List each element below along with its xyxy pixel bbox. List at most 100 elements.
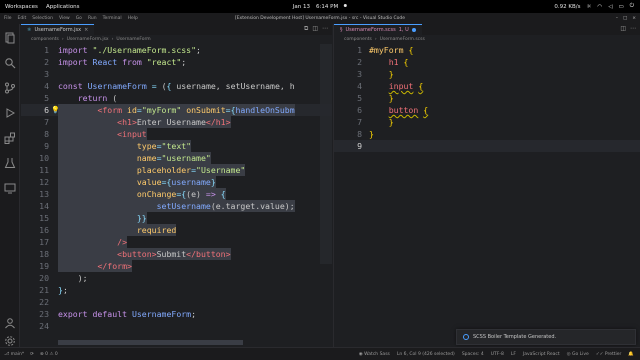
watch-sass-button[interactable]: ◉ Watch Sass [359, 352, 390, 357]
breadcrumb-item[interactable]: UsernameForm [116, 37, 150, 42]
code-line[interactable]: 11 placeholder="Username" [21, 164, 332, 176]
code-line[interactable]: 4 input { [334, 80, 640, 92]
code-line[interactable]: 1 #myForm { [334, 44, 640, 56]
lightbulb-icon[interactable]: 💡 [51, 104, 60, 116]
code-editor-scss[interactable]: 1 #myForm {2 h1 {3 } 4 input {5 } 6 button … [334, 44, 640, 347]
line-number: 17 [39, 237, 49, 247]
prettier-button[interactable]: ✓✓ Prettier [596, 352, 622, 357]
tab-usernameform-jsx[interactable]: ⚛ UsernameForm.jsx × [21, 24, 95, 35]
code-line[interactable]: 5 } [334, 92, 640, 104]
code-line[interactable]: 12 value={username} [21, 176, 332, 188]
code-line[interactable]: 8 <input [21, 128, 332, 140]
code-line[interactable]: 1 import "./UsernameForm.scss"; [21, 44, 332, 56]
horizontal-scrollbar[interactable] [58, 340, 243, 345]
tab-usernameform-scss[interactable]: § UsernameForm.scss 1, U [334, 24, 422, 35]
code-line[interactable]: 15 }} [21, 212, 332, 224]
menu-run[interactable]: Run [88, 16, 97, 21]
code-line[interactable]: 21}; [21, 284, 332, 296]
testing-icon[interactable] [4, 154, 16, 168]
tab-close-icon[interactable]: × [84, 27, 88, 33]
code-line[interactable]: 16 required [21, 224, 332, 236]
line-number: 4 [357, 81, 362, 91]
menu-go[interactable]: Go [76, 16, 82, 21]
code-line[interactable]: 10 name="username" [21, 152, 332, 164]
tab-problem-badge: 1, U [398, 27, 409, 33]
breadcrumb-item[interactable]: components [31, 37, 59, 42]
close-icon[interactable]: × [632, 16, 636, 21]
branch-indicator[interactable]: ⎇ main* [4, 352, 24, 357]
workspaces-button[interactable]: Workspaces [5, 4, 38, 10]
brightness-icon[interactable]: ☼ [586, 4, 591, 10]
code-line[interactable]: 7 <h1>Enter Username</h1> [21, 116, 332, 128]
wifi-icon[interactable]: ◠ [597, 4, 602, 10]
code-line[interactable]: 9 type="text" [21, 140, 332, 152]
menu-help[interactable]: Help [128, 16, 138, 21]
menu-selection[interactable]: Selection [32, 16, 53, 21]
applications-menu[interactable]: Applications [46, 4, 80, 10]
menu-edit[interactable]: Edit [18, 16, 27, 21]
code-line[interactable]: 3 } [334, 68, 640, 80]
code-line[interactable]: 24 [21, 320, 332, 332]
notifications-bell-icon[interactable]: 🔔 [628, 352, 634, 357]
code-line[interactable]: 14 setUsername(e.target.value); [21, 200, 332, 212]
more-actions-icon[interactable]: ⋯ [630, 25, 636, 32]
code-line[interactable]: 4 const UsernameForm = ({ username, setUs… [21, 80, 332, 92]
battery-icon[interactable]: ▭ [618, 4, 623, 10]
problems-indicator[interactable]: ⊗ 0 ⚠ 0 [40, 352, 58, 357]
notification-toast[interactable]: SCSS Boiler Template Generated. [456, 329, 636, 345]
code-line[interactable]: 9 [334, 140, 640, 152]
code-text: } [388, 117, 394, 127]
account-icon[interactable] [4, 314, 16, 329]
volume-icon[interactable]: ◁ [608, 4, 612, 10]
code-line[interactable]: 19 </form> [21, 260, 332, 272]
extensions-icon[interactable] [4, 129, 16, 144]
menu-file[interactable]: File [4, 16, 12, 21]
code-line[interactable]: 20 ); [21, 272, 332, 284]
code-editor-jsx[interactable]: 1 import "./UsernameForm.scss"; 2 import Re… [21, 44, 332, 347]
code-line[interactable]: 5 return ( [21, 92, 332, 104]
breadcrumb-item[interactable]: UsernameForm.scss [380, 37, 425, 42]
code-line[interactable]: 3 [21, 68, 332, 80]
power-icon[interactable]: ⏻ [630, 3, 634, 10]
sync-icon[interactable]: ⟳ [30, 352, 34, 357]
code-line[interactable]: 17 /> [21, 236, 332, 248]
search-icon[interactable] [4, 54, 16, 69]
code-line[interactable]: 18 <button>Submit</button> [21, 248, 332, 260]
split-editor-icon[interactable]: ◫ [620, 25, 626, 32]
code-line[interactable]: 23 export default UsernameForm; [21, 308, 332, 320]
code-line[interactable]: 6 <form id="myForm" onSubmit={handleOnSu… [21, 104, 332, 116]
minimize-icon[interactable]: – [616, 16, 618, 21]
code-line[interactable]: 7 } [334, 116, 640, 128]
settings-gear-icon[interactable] [4, 332, 16, 346]
code-line[interactable]: 6 button { [334, 104, 640, 116]
source-control-icon[interactable] [4, 79, 16, 94]
menu-view[interactable]: View [59, 16, 70, 21]
go-live-button[interactable]: ◎ Go Live [567, 352, 589, 357]
breadcrumb-item[interactable]: components [344, 37, 372, 42]
indentation[interactable]: Spaces: 4 [462, 352, 484, 357]
line-number: 6 [357, 105, 362, 115]
end-of-line[interactable]: LF [511, 352, 516, 357]
tab-label: UsernameForm.scss [345, 27, 396, 33]
line-number: 8 [357, 129, 362, 139]
language-mode[interactable]: JavaScript React [523, 352, 560, 357]
code-line[interactable]: 2 import React from "react"; [21, 56, 332, 68]
maximize-icon[interactable]: □ [623, 16, 627, 21]
open-changes-icon[interactable]: ⧉ [304, 25, 308, 33]
cursor-position[interactable]: Ln 6, Col 9 (426 selected) [397, 352, 455, 357]
split-editor-icon[interactable]: ◫ [312, 25, 318, 33]
run-debug-icon[interactable] [4, 104, 16, 118]
unsaved-dot-icon[interactable] [411, 28, 416, 32]
breadcrumb-item[interactable]: UsernameForm.jsx [67, 37, 109, 42]
encoding[interactable]: UTF-8 [491, 352, 504, 357]
menu-terminal[interactable]: Terminal [103, 16, 122, 21]
code-line[interactable]: 8} [334, 128, 640, 140]
explorer-icon[interactable] [4, 29, 16, 44]
code-line[interactable]: 22 [21, 296, 332, 308]
remote-explorer-icon[interactable] [4, 179, 16, 194]
code-line[interactable]: 2 h1 { [334, 56, 640, 68]
code-text: #myForm { [369, 45, 414, 55]
more-actions-icon[interactable]: ⋯ [322, 25, 328, 33]
code-line[interactable]: 13 onChange={(e) => { [21, 188, 332, 200]
clock[interactable]: Jan 13 6:14 PM [293, 3, 348, 10]
